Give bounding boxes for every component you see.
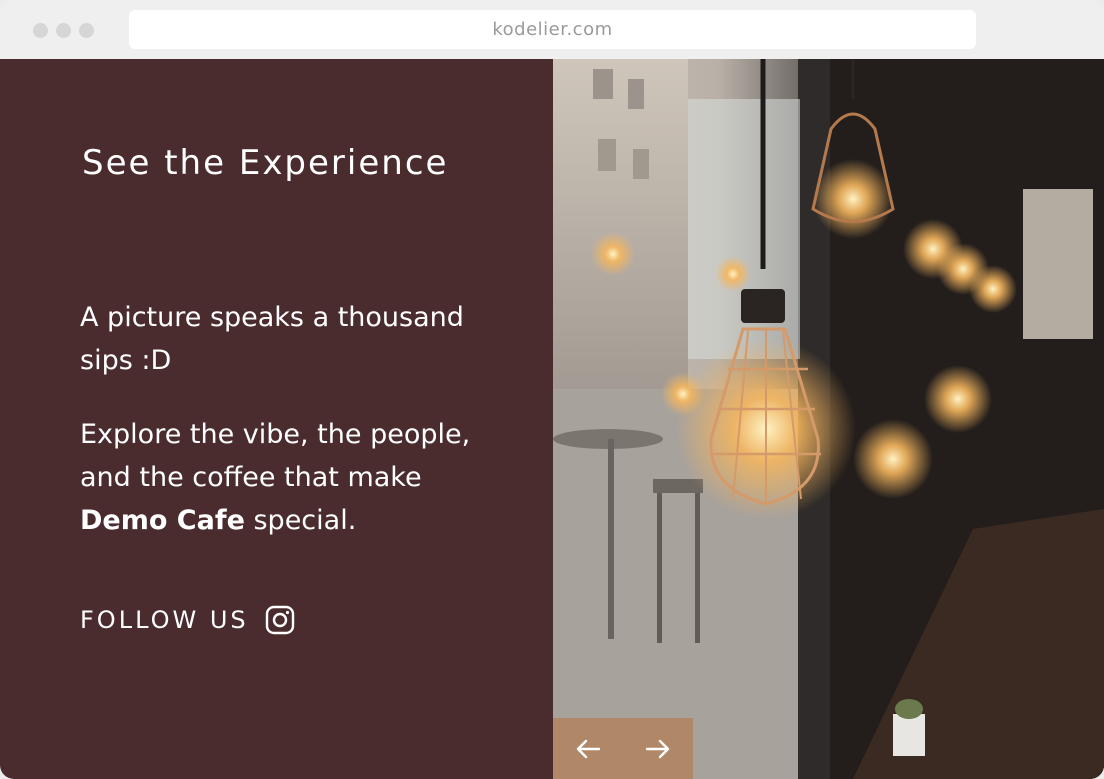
instagram-icon[interactable] [265,605,295,635]
arrow-right-icon [645,739,670,758]
browser-window: kodelier.com See the Experience A pictur… [0,0,1104,779]
page-content: See the Experience A picture speaks a th… [0,59,1104,779]
follow-us[interactable]: FOLLOW US [80,605,295,635]
brand-name: Demo Cafe [80,505,245,536]
window-close-dot[interactable] [33,23,48,38]
follow-us-label: FOLLOW US [80,606,249,634]
gallery-nav [553,718,693,779]
description-suffix: special. [244,505,357,536]
description-text: Explore the vibe, the people, and the co… [80,419,471,493]
window-maximize-dot[interactable] [79,23,94,38]
arrow-left-icon [576,739,601,758]
browser-chrome: kodelier.com [0,0,1104,59]
description-paragraph: Explore the vibe, the people, and the co… [80,413,510,542]
address-bar[interactable]: kodelier.com [129,10,976,49]
cafe-photo [553,59,1104,779]
next-button[interactable] [623,718,693,779]
intro-paragraph: A picture speaks a thousand sips :D [80,302,464,376]
window-minimize-dot[interactable] [56,23,71,38]
experience-panel: See the Experience A picture speaks a th… [0,59,553,779]
section-title: See the Experience [82,143,449,183]
previous-button[interactable] [553,718,623,779]
